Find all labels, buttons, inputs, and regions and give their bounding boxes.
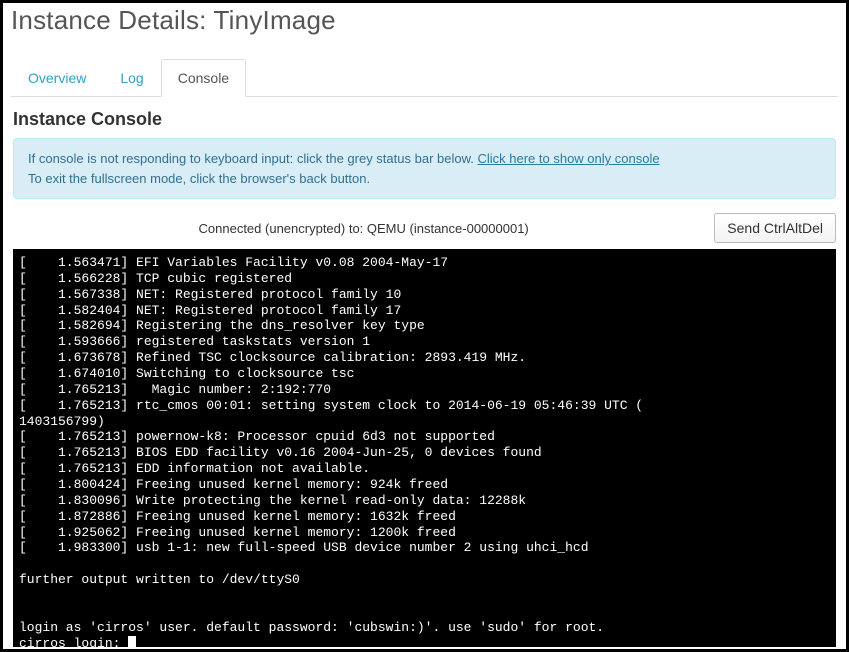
terminal-line: [ 1.765213] EDD information not availabl… [13,461,836,477]
console-status-row: Connected (unencrypted) to: QEMU (instan… [13,213,836,243]
terminal-line: [ 1.830096] Write protecting the kernel … [13,493,836,509]
alert-text-2: To exit the fullscreen mode, click the b… [28,171,370,186]
console-section-title: Instance Console [3,97,846,138]
terminal-line: [ 1.563471] EFI Variables Facility v0.08… [13,255,836,271]
terminal-line: login as 'cirros' user. default password… [13,620,836,636]
terminal-line: [ 1.566228] TCP cubic registered [13,271,836,287]
terminal-line: [ 1.674010] Switching to clocksource tsc [13,366,836,382]
console-status-bar[interactable]: Connected (unencrypted) to: QEMU (instan… [13,221,714,236]
send-ctrlaltdel-button[interactable]: Send CtrlAltDel [714,213,836,243]
terminal-line [13,588,836,604]
terminal-line: [ 1.765213] rtc_cmos 00:01: setting syst… [13,398,836,414]
terminal-line: further output written to /dev/ttyS0 [13,572,836,588]
terminal-line: [ 1.593666] registered taskstats version… [13,334,836,350]
tab-console[interactable]: Console [161,59,246,97]
terminal-line: [ 1.567338] NET: Registered protocol fam… [13,287,836,303]
show-only-console-link[interactable]: Click here to show only console [477,151,659,166]
terminal-line: 1403156799) [13,414,836,430]
terminal-line: [ 1.925062] Freeing unused kernel memory… [13,525,836,541]
console-terminal[interactable]: [ 1.563471] EFI Variables Facility v0.08… [13,249,836,647]
terminal-line: [ 1.800424] Freeing unused kernel memory… [13,477,836,493]
tabs: Overview Log Console [11,58,838,97]
terminal-cursor [128,636,136,647]
tab-overview[interactable]: Overview [11,59,103,97]
terminal-line: [ 1.765213] Magic number: 2:192:770 [13,382,836,398]
terminal-line: [ 1.872886] Freeing unused kernel memory… [13,509,836,525]
tab-log[interactable]: Log [103,59,160,97]
terminal-line: [ 1.765213] powernow-k8: Processor cpuid… [13,429,836,445]
terminal-line [13,604,836,620]
alert-text-1: If console is not responding to keyboard… [28,151,477,166]
terminal-line: [ 1.582694] Registering the dns_resolver… [13,318,836,334]
terminal-line: [ 1.582404] NET: Registered protocol fam… [13,303,836,319]
terminal-line: [ 1.673678] Refined TSC clocksource cali… [13,350,836,366]
terminal-line: [ 1.765213] BIOS EDD facility v0.16 2004… [13,445,836,461]
console-alert: If console is not responding to keyboard… [13,138,836,199]
terminal-line: cirros login: [13,636,836,647]
terminal-line [13,556,836,572]
terminal-line: [ 1.983300] usb 1-1: new full-speed USB … [13,540,836,556]
page-title: Instance Details: TinyImage [3,3,846,48]
